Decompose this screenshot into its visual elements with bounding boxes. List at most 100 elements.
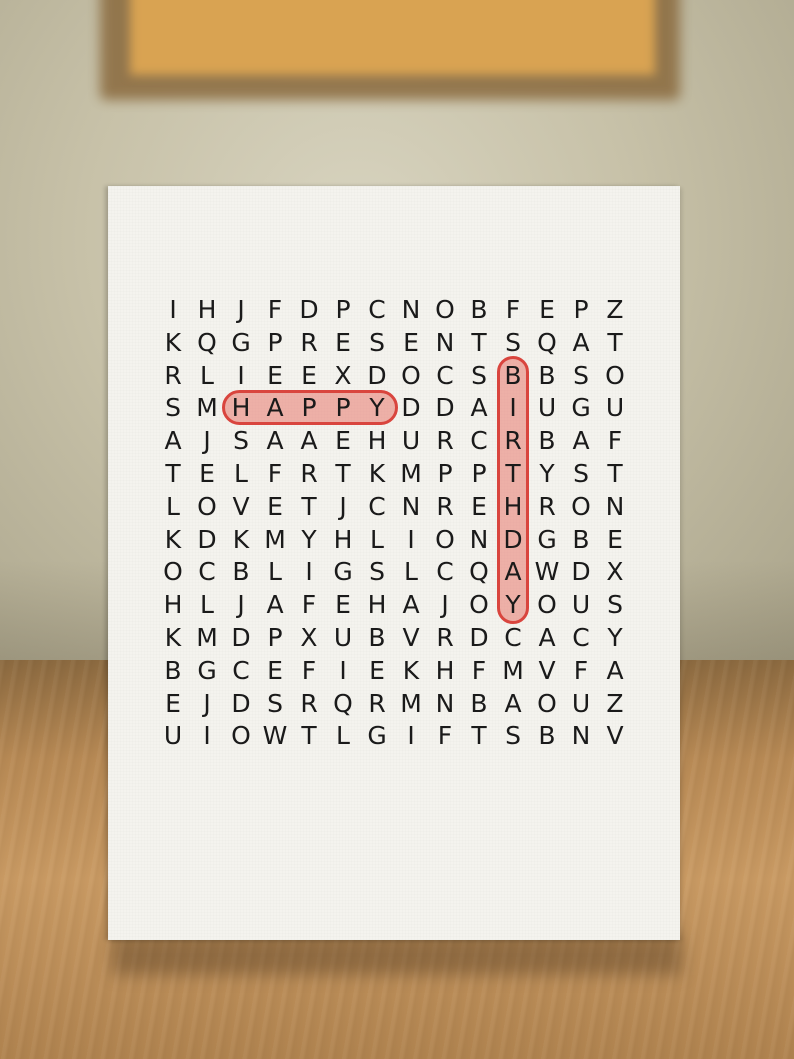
grid-letter: T [165,459,181,488]
word-search-grid: IHJFDPCNOBFEPZKQGPRESENTSQATRLIEEXDOCSBB… [156,294,630,754]
grid-letter: S [505,327,521,357]
grid-letter: J [441,590,449,620]
grid-letter: E [267,360,283,390]
grid-letter: H [231,393,251,423]
grid-letter: E [369,655,385,685]
grid-letter: B [368,623,386,652]
grid-letter: Q [333,688,353,718]
grid-letter: B [504,360,522,390]
grid-letter: R [300,327,318,357]
grid-letter: G [367,721,387,751]
grid-letter: G [333,557,353,587]
grid-letter: N [605,491,625,521]
grid-letter: X [300,623,318,652]
grid-letter: Z [606,295,624,324]
grid-letter: O [435,295,455,324]
grid-letter: T [607,459,623,488]
grid-letter: I [509,393,517,423]
grid-row: KQGPRESENTSQAT [156,327,630,359]
grid-letter: V [606,721,624,751]
grid-letter: A [504,688,522,718]
grid-letter: L [200,590,214,620]
grid-row: KMDPXUBVRDCACY [156,622,630,654]
grid-letter: C [198,557,216,587]
grid-letter: I [407,721,415,751]
grid-letter: N [435,688,455,718]
photo-scene: IHJFDPCNOBFEPZKQGPRESENTSQATRLIEEXDOCSBB… [0,0,794,1059]
grid-letter: C [232,655,250,685]
grid-letter: B [538,426,556,456]
grid-letter: O [197,491,217,521]
grid-letter: V [402,623,420,652]
grid-letter: C [368,491,386,521]
grid-letter: S [369,327,385,357]
grid-letter: D [571,557,591,587]
grid-row: LOVETJCNREHRON [156,491,630,523]
grid-letter: P [267,327,283,357]
grid-letter: A [164,426,182,456]
grid-letter: H [163,590,183,620]
grid-letter: A [266,590,284,620]
grid-letter: D [401,393,421,423]
grid-letter: L [370,524,384,554]
grid-letter: I [169,295,177,324]
grid-letter: P [267,623,283,652]
grid-letter: L [166,491,180,521]
grid-letter: D [299,295,319,324]
grid-letter: K [368,459,386,488]
grid-row: OCBLIGSLCQAWDX [156,556,630,588]
grid-letter: R [436,426,454,456]
grid-letter: X [606,557,624,587]
grid-letter: T [301,721,317,751]
grid-letter: O [469,590,489,620]
grid-letter: F [301,590,317,620]
grid-letter: U [163,721,183,751]
grid-letter: E [403,327,419,357]
grid-letter: E [267,655,283,685]
grid-letter: R [538,491,556,521]
grid-letter: R [164,360,182,390]
grid-letter: Z [606,688,624,718]
grid-letter: F [437,721,453,751]
grid-letter: R [368,688,386,718]
grid-letter: F [505,295,521,324]
blurred-frame-artwork [130,0,655,75]
grid-row: BGCEFIEKHFMVFA [156,655,630,687]
grid-letter: R [436,623,454,652]
grid-letter: K [164,327,182,357]
grid-letter: W [534,557,560,587]
grid-letter: I [203,721,211,751]
grid-letter: Y [301,524,317,554]
grid-letter: A [538,623,556,652]
grid-letter: A [266,393,284,423]
grid-letter: A [572,327,590,357]
grid-letter: E [199,459,215,488]
grid-letter: H [333,524,353,554]
grid-letter: T [471,721,487,751]
grid-letter: N [401,491,421,521]
grid-letter: D [231,623,251,652]
grid-letter: C [470,426,488,456]
grid-letter: E [471,491,487,521]
grid-letter: J [237,590,245,620]
grid-letter: D [231,688,251,718]
grid-letter: M [400,459,422,488]
grid-letter: S [573,459,589,488]
grid-letter: S [607,590,623,620]
grid-letter: B [164,655,182,685]
grid-letter: G [197,655,217,685]
grid-letter: E [335,590,351,620]
grid-letter: D [367,360,387,390]
grid-letter: O [537,688,557,718]
grid-letter: L [200,360,214,390]
grid-letter: R [300,688,318,718]
grid-letter: S [471,360,487,390]
grid-letter: K [402,655,420,685]
grid-letter: B [470,688,488,718]
grid-letter: C [368,295,386,324]
grid-letter: L [234,459,248,488]
grid-letter: C [436,360,454,390]
grid-letter: O [537,590,557,620]
grid-letter: T [301,491,317,521]
grid-letter: I [407,524,415,554]
